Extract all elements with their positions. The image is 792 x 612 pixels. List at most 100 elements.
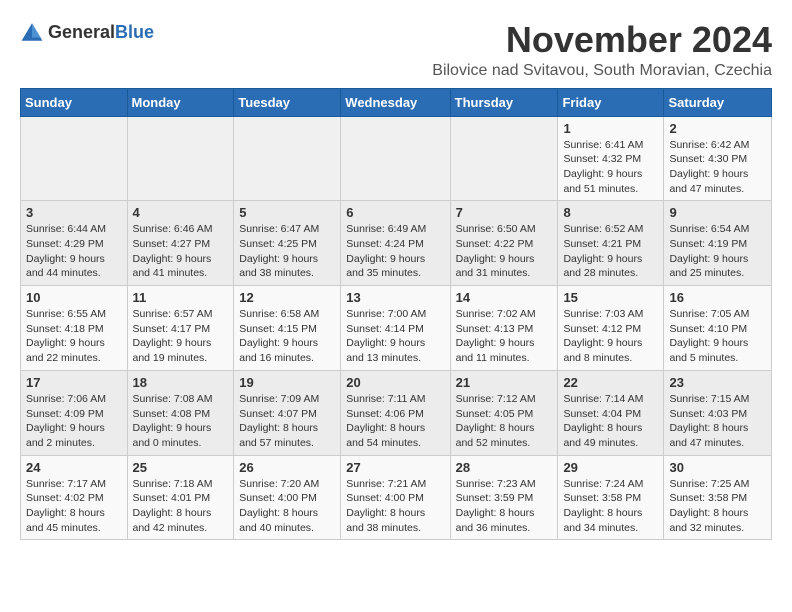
day-info: Sunrise: 7:24 AM Sunset: 3:58 PM Dayligh… [563, 477, 658, 536]
calendar-cell: 13 Sunrise: 7:00 AM Sunset: 4:14 PM Dayli… [341, 286, 450, 371]
calendar-cell: 8Sunrise: 6:52 AM Sunset: 4:21 PM Daylig… [558, 201, 664, 286]
day-number: 23 [669, 375, 766, 390]
day-info: Sunrise: 7:15 AM Sunset: 4:03 PM Dayligh… [669, 392, 766, 451]
page-header: GeneralBlue November 2024 Bilovice nad S… [20, 20, 772, 80]
main-title: November 2024 [432, 20, 772, 60]
day-number: 11 [133, 290, 229, 305]
day-number: 1 [563, 121, 658, 136]
day-info: Sunrise: 6:44 AM Sunset: 4:29 PM Dayligh… [26, 222, 122, 281]
day-info: Sunrise: 7:23 AM Sunset: 3:59 PM Dayligh… [456, 477, 553, 536]
calendar-cell: 3 Sunrise: 6:44 AM Sunset: 4:29 PM Daylig… [21, 201, 128, 286]
calendar-cell: 28Sunrise: 7:23 AM Sunset: 3:59 PM Dayli… [450, 455, 558, 540]
calendar-cell: 9 Sunrise: 6:54 AM Sunset: 4:19 PM Daylig… [664, 201, 772, 286]
day-number: 8 [563, 205, 658, 220]
calendar-row-4: 24Sunrise: 7:17 AM Sunset: 4:02 PM Dayli… [21, 455, 772, 540]
day-info: Sunrise: 7:05 AM Sunset: 4:10 PM Dayligh… [669, 307, 766, 366]
day-number: 9 [669, 205, 766, 220]
calendar-header: Sunday Monday Tuesday Wednesday Thursday… [21, 88, 772, 116]
day-info: Sunrise: 7:08 AM Sunset: 4:08 PM Dayligh… [133, 392, 229, 451]
weekday-header-row: Sunday Monday Tuesday Wednesday Thursday… [21, 88, 772, 116]
day-info: Sunrise: 6:55 AM Sunset: 4:18 PM Dayligh… [26, 307, 122, 366]
day-number: 27 [346, 460, 444, 475]
header-sunday: Sunday [21, 88, 128, 116]
calendar-cell: 15 Sunrise: 7:03 AM Sunset: 4:12 PM Dayli… [558, 286, 664, 371]
day-info: Sunrise: 6:42 AM Sunset: 4:30 PM Dayligh… [669, 138, 766, 197]
header-saturday: Saturday [664, 88, 772, 116]
day-number: 19 [239, 375, 335, 390]
day-number: 4 [133, 205, 229, 220]
calendar-cell: 18 Sunrise: 7:08 AM Sunset: 4:08 PM Dayli… [127, 370, 234, 455]
calendar-body: 1Sunrise: 6:41 AM Sunset: 4:32 PM Daylig… [21, 116, 772, 540]
day-info: Sunrise: 7:02 AM Sunset: 4:13 PM Dayligh… [456, 307, 553, 366]
calendar-cell: 4Sunrise: 6:46 AM Sunset: 4:27 PM Daylig… [127, 201, 234, 286]
header-friday: Friday [558, 88, 664, 116]
calendar-cell: 2 Sunrise: 6:42 AM Sunset: 4:30 PM Daylig… [664, 116, 772, 201]
day-number: 7 [456, 205, 553, 220]
day-number: 18 [133, 375, 229, 390]
calendar-cell [450, 116, 558, 201]
calendar-cell: 24Sunrise: 7:17 AM Sunset: 4:02 PM Dayli… [21, 455, 128, 540]
logo-blue: Blue [115, 22, 154, 42]
calendar-row-2: 10 Sunrise: 6:55 AM Sunset: 4:18 PM Dayli… [21, 286, 772, 371]
calendar-cell [21, 116, 128, 201]
calendar-cell: 7 Sunrise: 6:50 AM Sunset: 4:22 PM Daylig… [450, 201, 558, 286]
day-info: Sunrise: 6:57 AM Sunset: 4:17 PM Dayligh… [133, 307, 229, 366]
day-number: 20 [346, 375, 444, 390]
day-number: 3 [26, 205, 122, 220]
calendar-cell: 5 Sunrise: 6:47 AM Sunset: 4:25 PM Daylig… [234, 201, 341, 286]
day-number: 21 [456, 375, 553, 390]
day-number: 12 [239, 290, 335, 305]
calendar-cell: 14 Sunrise: 7:02 AM Sunset: 4:13 PM Dayli… [450, 286, 558, 371]
calendar-cell: 26 Sunrise: 7:20 AM Sunset: 4:00 PM Dayli… [234, 455, 341, 540]
day-info: Sunrise: 7:06 AM Sunset: 4:09 PM Dayligh… [26, 392, 122, 451]
day-number: 14 [456, 290, 553, 305]
calendar-cell: 22Sunrise: 7:14 AM Sunset: 4:04 PM Dayli… [558, 370, 664, 455]
day-number: 5 [239, 205, 335, 220]
calendar-cell: 25 Sunrise: 7:18 AM Sunset: 4:01 PM Dayli… [127, 455, 234, 540]
day-info: Sunrise: 7:03 AM Sunset: 4:12 PM Dayligh… [563, 307, 658, 366]
calendar-cell: 21 Sunrise: 7:12 AM Sunset: 4:05 PM Dayli… [450, 370, 558, 455]
subtitle: Bilovice nad Svitavou, South Moravian, C… [432, 62, 772, 80]
logo: GeneralBlue [20, 20, 154, 44]
day-info: Sunrise: 7:14 AM Sunset: 4:04 PM Dayligh… [563, 392, 658, 451]
day-info: Sunrise: 7:25 AM Sunset: 3:58 PM Dayligh… [669, 477, 766, 536]
header-thursday: Thursday [450, 88, 558, 116]
calendar-cell: 23 Sunrise: 7:15 AM Sunset: 4:03 PM Dayli… [664, 370, 772, 455]
calendar-cell: 1Sunrise: 6:41 AM Sunset: 4:32 PM Daylig… [558, 116, 664, 201]
day-info: Sunrise: 6:54 AM Sunset: 4:19 PM Dayligh… [669, 222, 766, 281]
day-info: Sunrise: 7:21 AM Sunset: 4:00 PM Dayligh… [346, 477, 444, 536]
header-monday: Monday [127, 88, 234, 116]
day-info: Sunrise: 7:17 AM Sunset: 4:02 PM Dayligh… [26, 477, 122, 536]
calendar-cell: 27 Sunrise: 7:21 AM Sunset: 4:00 PM Dayli… [341, 455, 450, 540]
day-number: 2 [669, 121, 766, 136]
day-number: 6 [346, 205, 444, 220]
day-info: Sunrise: 7:00 AM Sunset: 4:14 PM Dayligh… [346, 307, 444, 366]
day-info: Sunrise: 6:50 AM Sunset: 4:22 PM Dayligh… [456, 222, 553, 281]
day-info: Sunrise: 7:18 AM Sunset: 4:01 PM Dayligh… [133, 477, 229, 536]
header-tuesday: Tuesday [234, 88, 341, 116]
day-info: Sunrise: 7:20 AM Sunset: 4:00 PM Dayligh… [239, 477, 335, 536]
day-info: Sunrise: 7:09 AM Sunset: 4:07 PM Dayligh… [239, 392, 335, 451]
day-number: 15 [563, 290, 658, 305]
day-info: Sunrise: 7:12 AM Sunset: 4:05 PM Dayligh… [456, 392, 553, 451]
calendar-cell: 11 Sunrise: 6:57 AM Sunset: 4:17 PM Dayli… [127, 286, 234, 371]
calendar-cell: 30Sunrise: 7:25 AM Sunset: 3:58 PM Dayli… [664, 455, 772, 540]
calendar-row-3: 17Sunrise: 7:06 AM Sunset: 4:09 PM Dayli… [21, 370, 772, 455]
day-number: 25 [133, 460, 229, 475]
header-wednesday: Wednesday [341, 88, 450, 116]
logo-general: General [48, 22, 115, 42]
calendar-cell: 10 Sunrise: 6:55 AM Sunset: 4:18 PM Dayli… [21, 286, 128, 371]
day-info: Sunrise: 7:11 AM Sunset: 4:06 PM Dayligh… [346, 392, 444, 451]
day-info: Sunrise: 6:58 AM Sunset: 4:15 PM Dayligh… [239, 307, 335, 366]
calendar-row-0: 1Sunrise: 6:41 AM Sunset: 4:32 PM Daylig… [21, 116, 772, 201]
day-number: 26 [239, 460, 335, 475]
calendar-cell: 17Sunrise: 7:06 AM Sunset: 4:09 PM Dayli… [21, 370, 128, 455]
day-number: 13 [346, 290, 444, 305]
day-info: Sunrise: 6:47 AM Sunset: 4:25 PM Dayligh… [239, 222, 335, 281]
calendar-cell [341, 116, 450, 201]
day-number: 10 [26, 290, 122, 305]
day-info: Sunrise: 6:49 AM Sunset: 4:24 PM Dayligh… [346, 222, 444, 281]
day-number: 16 [669, 290, 766, 305]
calendar-cell: 19 Sunrise: 7:09 AM Sunset: 4:07 PM Dayli… [234, 370, 341, 455]
calendar-cell: 29Sunrise: 7:24 AM Sunset: 3:58 PM Dayli… [558, 455, 664, 540]
